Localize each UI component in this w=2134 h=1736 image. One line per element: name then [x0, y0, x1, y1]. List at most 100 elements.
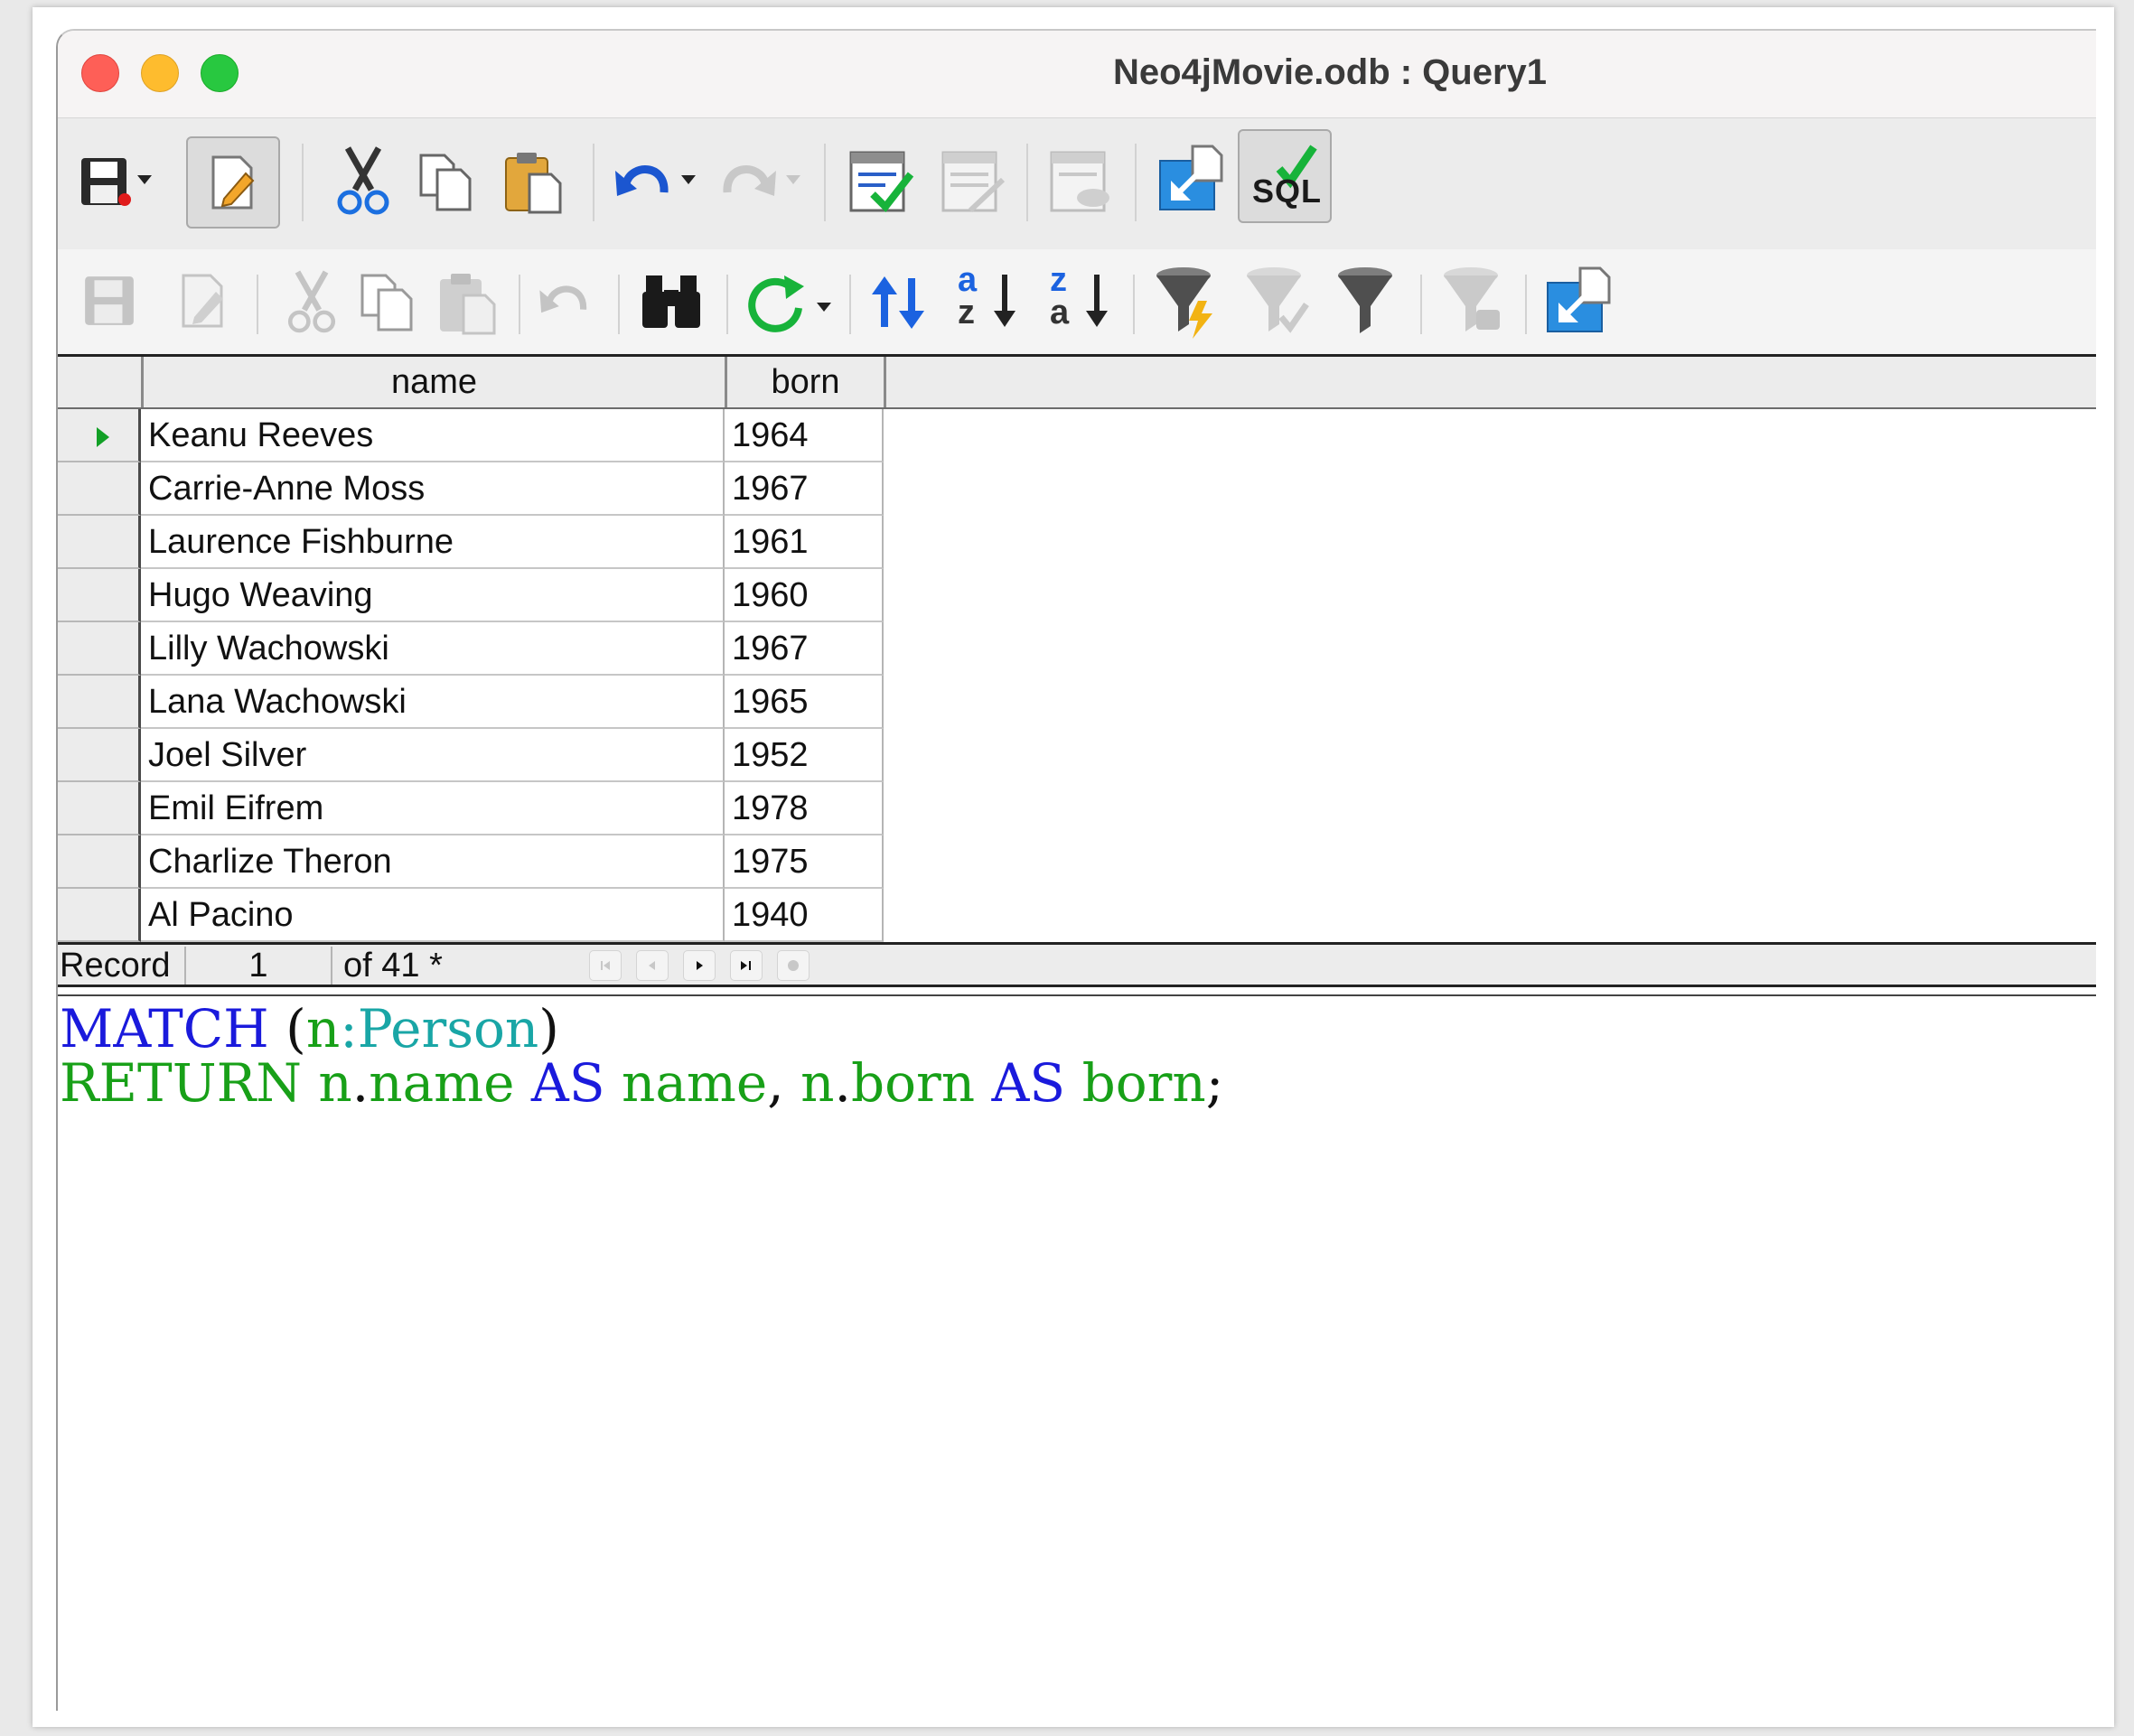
refresh-icon[interactable]	[741, 267, 813, 338]
table-row[interactable]: Keanu Reeves 1964	[58, 409, 885, 462]
sort-ascending-icon[interactable]: a z	[952, 261, 1025, 338]
record-count-text: of 41 *	[343, 947, 443, 985]
cell-name[interactable]: Hugo Weaving	[141, 569, 725, 622]
cell-born[interactable]: 1960	[725, 569, 884, 622]
standard-filter-icon[interactable]	[1330, 262, 1402, 341]
row-selector[interactable]	[58, 409, 141, 462]
last-record-button[interactable]	[730, 950, 763, 981]
query-token: n	[302, 1052, 352, 1114]
new-record-button[interactable]	[777, 950, 810, 981]
record-number-field[interactable]: 1	[184, 947, 332, 985]
next-record-icon	[697, 961, 703, 970]
first-record-button[interactable]	[589, 950, 622, 981]
query-token: MATCH	[60, 998, 269, 1059]
cell-born[interactable]: 1975	[725, 835, 884, 889]
save-record-icon[interactable]	[78, 269, 141, 332]
sort-asc-letter-top: a	[958, 261, 978, 299]
cell-born[interactable]: 1940	[725, 889, 884, 942]
find-record-icon[interactable]	[636, 269, 708, 332]
data-source-icon[interactable]	[1151, 135, 1231, 225]
paste-icon[interactable]	[434, 267, 502, 338]
column-header-born[interactable]: born	[727, 357, 886, 407]
design-view-icon[interactable]	[1041, 136, 1120, 227]
cell-name[interactable]: Laurence Fishburne	[141, 516, 725, 569]
edit-icon	[211, 155, 255, 210]
table-row[interactable]: Carrie-Anne Moss 1967	[58, 462, 885, 516]
sort-icon[interactable]	[862, 267, 934, 338]
row-header-corner[interactable]	[58, 357, 144, 407]
table-row[interactable]: Lilly Wachowski 1967	[58, 622, 885, 676]
sort-desc-letter-top: z	[1050, 261, 1067, 299]
query-token: born	[850, 1052, 976, 1114]
query-token: (	[268, 998, 306, 1059]
grid-header: name born	[58, 357, 2096, 409]
table-row[interactable]: Emil Eifrem 1978	[58, 782, 885, 835]
cell-born[interactable]: 1965	[725, 676, 884, 729]
reset-filter-icon[interactable]	[1435, 262, 1512, 341]
cell-name[interactable]: Lana Wachowski	[141, 676, 725, 729]
sql-editor[interactable]: MATCH (n:Person) RETURN n.name AS name, …	[58, 994, 2096, 1711]
cell-name[interactable]: Emil Eifrem	[141, 782, 725, 835]
cell-name[interactable]: Joel Silver	[141, 729, 725, 782]
redo-icon[interactable]	[714, 147, 782, 216]
previous-record-button[interactable]	[636, 950, 669, 981]
undo-icon[interactable]	[533, 273, 596, 327]
copy-icon[interactable]	[356, 269, 419, 336]
row-selector[interactable]	[58, 676, 141, 729]
query-token: ;	[1205, 1052, 1224, 1114]
paste-icon[interactable]	[497, 138, 571, 225]
row-selector[interactable]	[58, 729, 141, 782]
table-row[interactable]: Lana Wachowski 1965	[58, 676, 885, 729]
table-row[interactable]: Al Pacino 1940	[58, 889, 885, 942]
next-record-button[interactable]	[683, 950, 716, 981]
query-token: n	[305, 998, 341, 1059]
data-to-text-icon[interactable]	[1540, 262, 1617, 341]
row-selector[interactable]	[58, 782, 141, 835]
row-selector[interactable]	[58, 889, 141, 942]
title-bar[interactable]: Neo4jMovie.odb : Query1	[58, 31, 2096, 118]
row-selector[interactable]	[58, 462, 141, 516]
table-row[interactable]: Joel Silver 1952	[58, 729, 885, 782]
cell-born[interactable]: 1978	[725, 782, 884, 835]
row-selector[interactable]	[58, 622, 141, 676]
result-grid[interactable]: name born Keanu Reeves 1964 Carrie-Anne …	[58, 357, 2096, 942]
cell-name[interactable]: Al Pacino	[141, 889, 725, 942]
cell-name[interactable]: Lilly Wachowski	[141, 622, 725, 676]
cut-icon[interactable]	[280, 266, 343, 338]
redo-list-chevron-icon[interactable]	[784, 171, 802, 189]
autofilter-icon[interactable]	[1147, 262, 1225, 341]
cell-born[interactable]: 1952	[725, 729, 884, 782]
first-record-icon	[601, 961, 610, 970]
apply-filter-icon[interactable]	[1238, 262, 1315, 341]
copy-icon[interactable]	[412, 142, 481, 223]
cell-born[interactable]: 1967	[725, 622, 884, 676]
clear-query-icon[interactable]	[932, 136, 1012, 227]
cut-icon[interactable]	[329, 131, 398, 230]
table-row[interactable]: Hugo Weaving 1960	[58, 569, 885, 622]
edit-mode-button[interactable]	[186, 136, 280, 229]
save-options-chevron-icon[interactable]	[136, 171, 154, 189]
cell-born[interactable]: 1967	[725, 462, 884, 516]
row-selector[interactable]	[58, 835, 141, 889]
table-row[interactable]: Laurence Fishburne 1961	[58, 516, 885, 569]
cell-name[interactable]: Charlize Theron	[141, 835, 725, 889]
row-selector[interactable]	[58, 569, 141, 622]
query-token: name	[369, 1052, 515, 1114]
run-query-icon[interactable]	[840, 136, 920, 227]
run-sql-directly-button[interactable]: SQL	[1238, 129, 1332, 223]
cell-born[interactable]: 1961	[725, 516, 884, 569]
cell-born[interactable]: 1964	[725, 409, 884, 462]
undo-list-chevron-icon[interactable]	[679, 171, 697, 189]
undo-icon[interactable]	[609, 147, 678, 216]
save-icon[interactable]	[78, 154, 132, 209]
cell-name[interactable]: Carrie-Anne Moss	[141, 462, 725, 516]
column-header-name[interactable]: name	[144, 357, 727, 407]
sort-descending-icon[interactable]: z a	[1044, 261, 1117, 338]
refresh-options-chevron-icon[interactable]	[815, 298, 833, 316]
edit-data-icon[interactable]	[172, 269, 235, 332]
query-token: born	[1065, 1052, 1206, 1114]
cell-name[interactable]: Keanu Reeves	[141, 409, 725, 462]
table-row[interactable]: Charlize Theron 1975	[58, 835, 885, 889]
query-token: ,	[767, 1052, 801, 1114]
row-selector[interactable]	[58, 516, 141, 569]
